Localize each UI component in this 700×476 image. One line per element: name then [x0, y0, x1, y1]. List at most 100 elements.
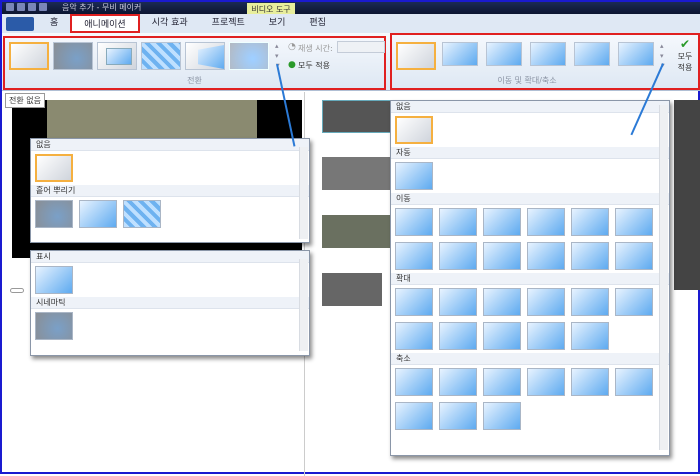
- effect-thumbnail[interactable]: [527, 242, 565, 270]
- effect-thumbnail[interactable]: [483, 208, 521, 236]
- panzoom-pan-1[interactable]: [486, 42, 522, 66]
- apply-all-panzoom-button[interactable]: ✔ 모두 적용: [672, 37, 698, 87]
- transition-gallery-popup: 없음 흩어 뿌리기: [30, 138, 310, 243]
- category-header: 이동: [391, 193, 669, 205]
- effect-thumbnail[interactable]: [615, 242, 653, 270]
- effect-thumbnail[interactable]: [615, 368, 653, 396]
- effect-thumbnail[interactable]: [439, 402, 477, 430]
- effect-thumbnail[interactable]: [123, 200, 161, 228]
- effect-thumbnail[interactable]: [483, 242, 521, 270]
- storyboard-clip-3[interactable]: [322, 215, 392, 248]
- effect-thumbnail[interactable]: [439, 242, 477, 270]
- effect-thumbnail[interactable]: [483, 288, 521, 316]
- quick-access-toolbar[interactable]: [6, 3, 47, 11]
- effect-row: [31, 151, 309, 185]
- transition-gallery-popup: 표시시네마틱: [30, 250, 310, 356]
- panzoom-auto[interactable]: [442, 42, 478, 66]
- effect-thumbnail[interactable]: [395, 402, 433, 430]
- storyboard-clip-2[interactable]: [322, 157, 392, 190]
- duration-select[interactable]: [337, 41, 385, 53]
- scrollbar[interactable]: [299, 147, 308, 239]
- scrollbar[interactable]: [659, 105, 668, 450]
- effect-thumbnail[interactable]: [527, 322, 565, 350]
- window-title: 음악 추가 - 무비 메이커: [62, 3, 142, 12]
- storyboard-clip-1[interactable]: [322, 100, 392, 133]
- tab-visual-effects[interactable]: 시각 효과: [140, 14, 200, 33]
- tab-animation[interactable]: 애니메이션: [70, 14, 140, 33]
- effect-thumbnail[interactable]: [395, 242, 433, 270]
- category-header: 표시: [31, 251, 309, 263]
- effect-thumbnail[interactable]: [571, 322, 609, 350]
- effect-thumbnail[interactable]: [483, 368, 521, 396]
- effect-thumbnail[interactable]: [483, 402, 521, 430]
- effect-thumbnail[interactable]: [483, 322, 521, 350]
- panzoom-pan-4[interactable]: [618, 42, 654, 66]
- effect-thumbnail[interactable]: [615, 288, 653, 316]
- apply-all-transitions-button[interactable]: 모두 적용: [298, 60, 330, 71]
- category-header: 자동: [391, 147, 669, 159]
- storyboard-clip-edge: [674, 100, 700, 290]
- effect-thumbnail[interactable]: [35, 312, 73, 340]
- transition-reveal[interactable]: [185, 42, 225, 70]
- undo-icon[interactable]: [28, 3, 36, 11]
- effect-thumbnail[interactable]: [571, 368, 609, 396]
- effect-thumbnail[interactable]: [439, 322, 477, 350]
- effect-thumbnail[interactable]: [571, 242, 609, 270]
- tab-home[interactable]: 홈: [38, 14, 70, 33]
- seek-slider[interactable]: [10, 288, 24, 293]
- ribbon-tabs: 홈 애니메이션 시각 효과 프로젝트 보기 편집: [2, 14, 700, 33]
- effect-thumbnail[interactable]: [439, 368, 477, 396]
- panzoom-none[interactable]: [396, 42, 436, 70]
- effect-thumbnail[interactable]: [79, 200, 117, 228]
- category-header: 확대: [391, 273, 669, 285]
- transition-crossfade[interactable]: [53, 42, 93, 70]
- effect-thumbnail[interactable]: [395, 322, 433, 350]
- effect-thumbnail[interactable]: [395, 208, 433, 236]
- effect-thumbnail[interactable]: [35, 266, 73, 294]
- apply-all-icon: ✔: [679, 37, 691, 51]
- effect-thumbnail[interactable]: [395, 288, 433, 316]
- effect-thumbnail[interactable]: [527, 288, 565, 316]
- panzoom-gallery-popup: 없음자동이동확대축소: [390, 100, 670, 456]
- category-header: 없음: [31, 139, 309, 151]
- effect-thumbnail[interactable]: [571, 208, 609, 236]
- effect-thumbnail[interactable]: [35, 200, 73, 228]
- panzoom-pan-2[interactable]: [530, 42, 566, 66]
- tab-view[interactable]: 보기: [257, 14, 298, 33]
- storyboard-clip-4[interactable]: [322, 273, 382, 306]
- category-header: 축소: [391, 353, 669, 365]
- effect-thumbnail[interactable]: [571, 288, 609, 316]
- effect-row: [31, 309, 309, 343]
- effect-thumbnail[interactable]: [395, 116, 433, 144]
- redo-icon[interactable]: [39, 3, 47, 11]
- effect-row: [31, 263, 309, 297]
- transition-none[interactable]: [9, 42, 49, 70]
- tooltip: 전환 없음: [5, 93, 45, 108]
- category-header: 시네마틱: [31, 297, 309, 309]
- transitions-group: ▴▾⯆ ◔ 재생 시간: ● 모두 적용 전환: [3, 36, 386, 90]
- effect-thumbnail[interactable]: [527, 368, 565, 396]
- tab-edit[interactable]: 편집: [297, 14, 338, 33]
- effect-thumbnail[interactable]: [439, 288, 477, 316]
- effect-thumbnail[interactable]: [615, 208, 653, 236]
- panzoom-pan-3[interactable]: [574, 42, 610, 66]
- app-icon: [6, 3, 14, 11]
- effect-row: [391, 365, 669, 433]
- effect-thumbnail[interactable]: [35, 154, 73, 182]
- category-header: 없음: [391, 101, 669, 113]
- effect-row: [31, 197, 309, 231]
- effect-thumbnail[interactable]: [395, 368, 433, 396]
- transition-blue-frames[interactable]: [97, 42, 137, 70]
- effect-thumbnail[interactable]: [439, 208, 477, 236]
- scrollbar[interactable]: [299, 259, 308, 351]
- effect-row: [391, 159, 669, 193]
- transition-cinematic[interactable]: [229, 42, 269, 70]
- effect-thumbnail[interactable]: [395, 162, 433, 190]
- save-icon[interactable]: [17, 3, 25, 11]
- effect-thumbnail[interactable]: [527, 208, 565, 236]
- title-bar: 음악 추가 - 무비 메이커: [2, 2, 700, 14]
- file-menu-button[interactable]: [6, 16, 34, 31]
- transition-checker[interactable]: [141, 42, 181, 70]
- transitions-group-label: 전환: [187, 76, 202, 85]
- tab-project[interactable]: 프로젝트: [200, 14, 257, 33]
